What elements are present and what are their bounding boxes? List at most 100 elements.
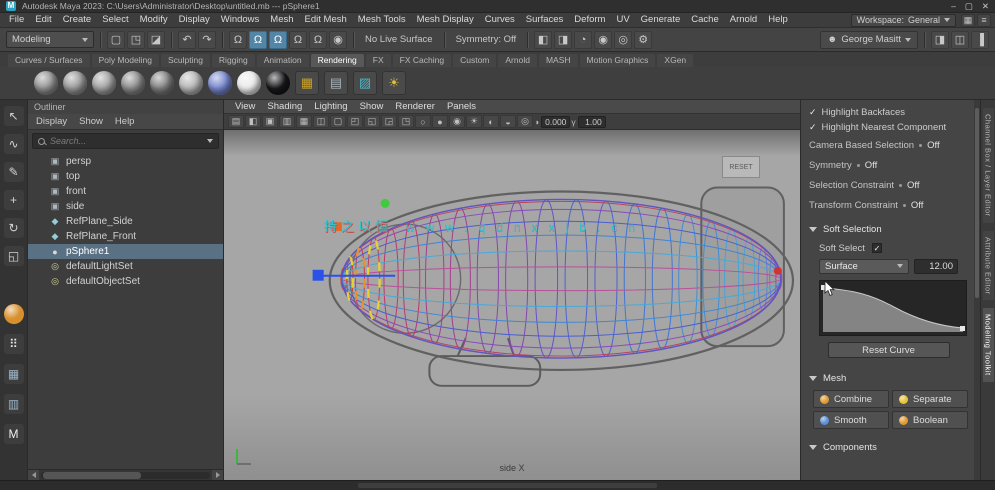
lock-camera-icon[interactable]: ◧ [245, 115, 261, 128]
toggle-attribute-editor-icon[interactable]: ◨ [931, 30, 949, 49]
time-slider-bar[interactable] [0, 480, 995, 490]
scale-tool[interactable]: ◱ [3, 246, 24, 266]
white-material-ball[interactable] [237, 71, 261, 95]
mesh-button[interactable]: Smooth [813, 411, 889, 429]
blue-material-ball[interactable] [208, 71, 232, 95]
close-button[interactable]: ✕ [982, 1, 989, 12]
ocean-texture-icon[interactable]: ▨ [353, 71, 377, 95]
scroll-left-button[interactable] [28, 469, 39, 481]
black-material-ball[interactable] [266, 71, 290, 95]
falloff-size-field[interactable]: 12.00 [914, 258, 958, 274]
standard-surface-ball[interactable] [34, 71, 58, 95]
metal-ball[interactable] [150, 71, 174, 95]
menu-item[interactable]: Select [97, 13, 133, 27]
exposure-value[interactable]: 0.000 [541, 115, 571, 128]
exposure-field[interactable]: ◑ 0.000 [534, 115, 571, 128]
outliner-item[interactable]: ▣ side [28, 199, 223, 214]
menu-item[interactable]: Deform [569, 13, 610, 27]
field-chart-icon[interactable]: ◲ [381, 115, 397, 128]
toggle-tool-settings-icon[interactable]: ◫ [951, 30, 969, 49]
shelf-tab[interactable]: Rigging [211, 54, 255, 67]
film-gate-icon[interactable]: ▢ [330, 115, 346, 128]
toolkit-scrollbar[interactable] [974, 100, 980, 480]
mesh-section-header[interactable]: Mesh [809, 368, 968, 388]
falloff-mode-dropdown[interactable]: Surface [819, 258, 909, 274]
two-panes-icon[interactable]: ◫ [313, 115, 329, 128]
snap-to-curve-icon[interactable]: Ω [249, 30, 267, 49]
menu-item[interactable]: Edit [30, 13, 56, 27]
outliner-item[interactable]: ● pSphere1 [28, 244, 223, 259]
curve-handle[interactable] [960, 326, 965, 331]
gamma-value[interactable]: 1.00 [577, 115, 606, 128]
menu-set-selector[interactable]: Modeling [6, 31, 94, 48]
screen-space-ao-icon[interactable]: ◒ [500, 115, 516, 128]
redo-icon[interactable]: ↷ [198, 30, 216, 49]
viewport-menu-item[interactable]: Show [355, 101, 389, 112]
time-slider-thumb[interactable] [358, 483, 657, 488]
menu-item[interactable]: Generate [636, 13, 686, 27]
menu-item[interactable]: Surfaces [521, 13, 569, 27]
viewport-menu-item[interactable]: View [230, 101, 260, 112]
outliner-menu-item[interactable]: Help [115, 116, 135, 127]
outliner-hscrollbar[interactable] [28, 469, 223, 481]
toolkit-state-option[interactable]: Camera Based Selection Off [809, 135, 968, 155]
workspace-grid-icon[interactable]: ▦ [961, 13, 975, 27]
textured-icon[interactable]: ◉ [449, 115, 465, 128]
shadows-icon[interactable]: ◐ [483, 115, 499, 128]
sidebar-tab[interactable]: Channel Box / Layer Editor [982, 108, 994, 223]
phong-ball[interactable] [121, 71, 145, 95]
filter-chevron-icon[interactable] [207, 139, 213, 143]
menu-item[interactable]: Windows [216, 13, 265, 27]
sidebar-tab[interactable]: Attribute Editor [982, 230, 994, 301]
menu-item[interactable]: Edit Mesh [300, 13, 352, 27]
safe-action-icon[interactable]: ◳ [398, 115, 414, 128]
viewport-menu-item[interactable]: Lighting [309, 101, 352, 112]
menu-item[interactable]: Curves [480, 13, 520, 27]
shelf-tab[interactable]: Rendering [310, 54, 364, 67]
light-icon[interactable]: ☀ [382, 71, 406, 95]
components-section-header[interactable]: Components [809, 437, 968, 457]
outliner-menu-item[interactable]: Show [79, 116, 103, 127]
ipr-render-icon[interactable]: ◎ [614, 30, 633, 49]
shelf-tab[interactable]: MASH [538, 54, 578, 67]
blinn-ball[interactable] [92, 71, 116, 95]
outliner-item[interactable]: ◆ RefPlane_Front [28, 229, 223, 244]
snap-to-point-icon[interactable]: Ω [269, 30, 287, 49]
shelf-tab[interactable]: XGen [657, 54, 694, 67]
layout-grid-item[interactable]: ▦ [3, 364, 24, 384]
scroll-thumb[interactable] [975, 108, 979, 298]
shelf-tab[interactable]: Custom [453, 54, 497, 67]
menu-item[interactable]: File [4, 13, 29, 27]
shelf-tab[interactable]: Curves / Surfaces [8, 54, 90, 67]
outliner-item[interactable]: ▣ persp [28, 154, 223, 169]
shelf-tab[interactable]: Poly Modeling [91, 54, 159, 67]
menu-item[interactable]: Mesh [265, 13, 298, 27]
mesh-button[interactable]: Combine [813, 390, 889, 408]
menu-item[interactable]: Create [58, 13, 97, 27]
viewport-menu-item[interactable]: Panels [442, 101, 481, 112]
falloff-curve-graph[interactable] [819, 280, 967, 336]
construction-history-icon[interactable]: ◔ [574, 30, 593, 49]
select-camera-icon[interactable]: ▤ [228, 115, 244, 128]
viewport-menu-item[interactable]: Shading [262, 101, 307, 112]
toolkit-state-option[interactable]: Symmetry Off [809, 155, 968, 175]
menu-item[interactable]: UV [611, 13, 634, 27]
snap-to-projected-center-icon[interactable]: Ω [289, 30, 307, 49]
panel-list-icon[interactable]: ≡ [977, 13, 991, 27]
outliner-item[interactable]: ▣ top [28, 169, 223, 184]
new-scene-icon[interactable]: ▢ [107, 30, 125, 49]
pole-vertex-handle[interactable] [773, 266, 782, 275]
soft-selection-header[interactable]: Soft Selection [809, 219, 968, 239]
gate-mask-icon[interactable]: ◱ [364, 115, 380, 128]
minimize-button[interactable]: – [951, 1, 956, 12]
menu-item[interactable]: Cache [686, 13, 723, 27]
input-connections-icon[interactable]: ◧ [534, 30, 553, 49]
toggle-channel-box-icon[interactable]: ▐ [971, 30, 989, 49]
outliner-item[interactable]: ◎ defaultLightSet [28, 259, 223, 274]
lights-icon[interactable]: ☀ [466, 115, 482, 128]
viewport-canvas[interactable]: 持之以恒 www.qdnxxjb.cn RESET side X [224, 130, 800, 480]
selected-vertex-handle[interactable] [332, 222, 342, 232]
shelf-tab[interactable]: Motion Graphics [579, 54, 656, 67]
toolkit-check-option[interactable]: ✓ Highlight Nearest Component [809, 120, 968, 135]
toolkit-state-option[interactable]: Transform Constraint Off [809, 195, 968, 215]
